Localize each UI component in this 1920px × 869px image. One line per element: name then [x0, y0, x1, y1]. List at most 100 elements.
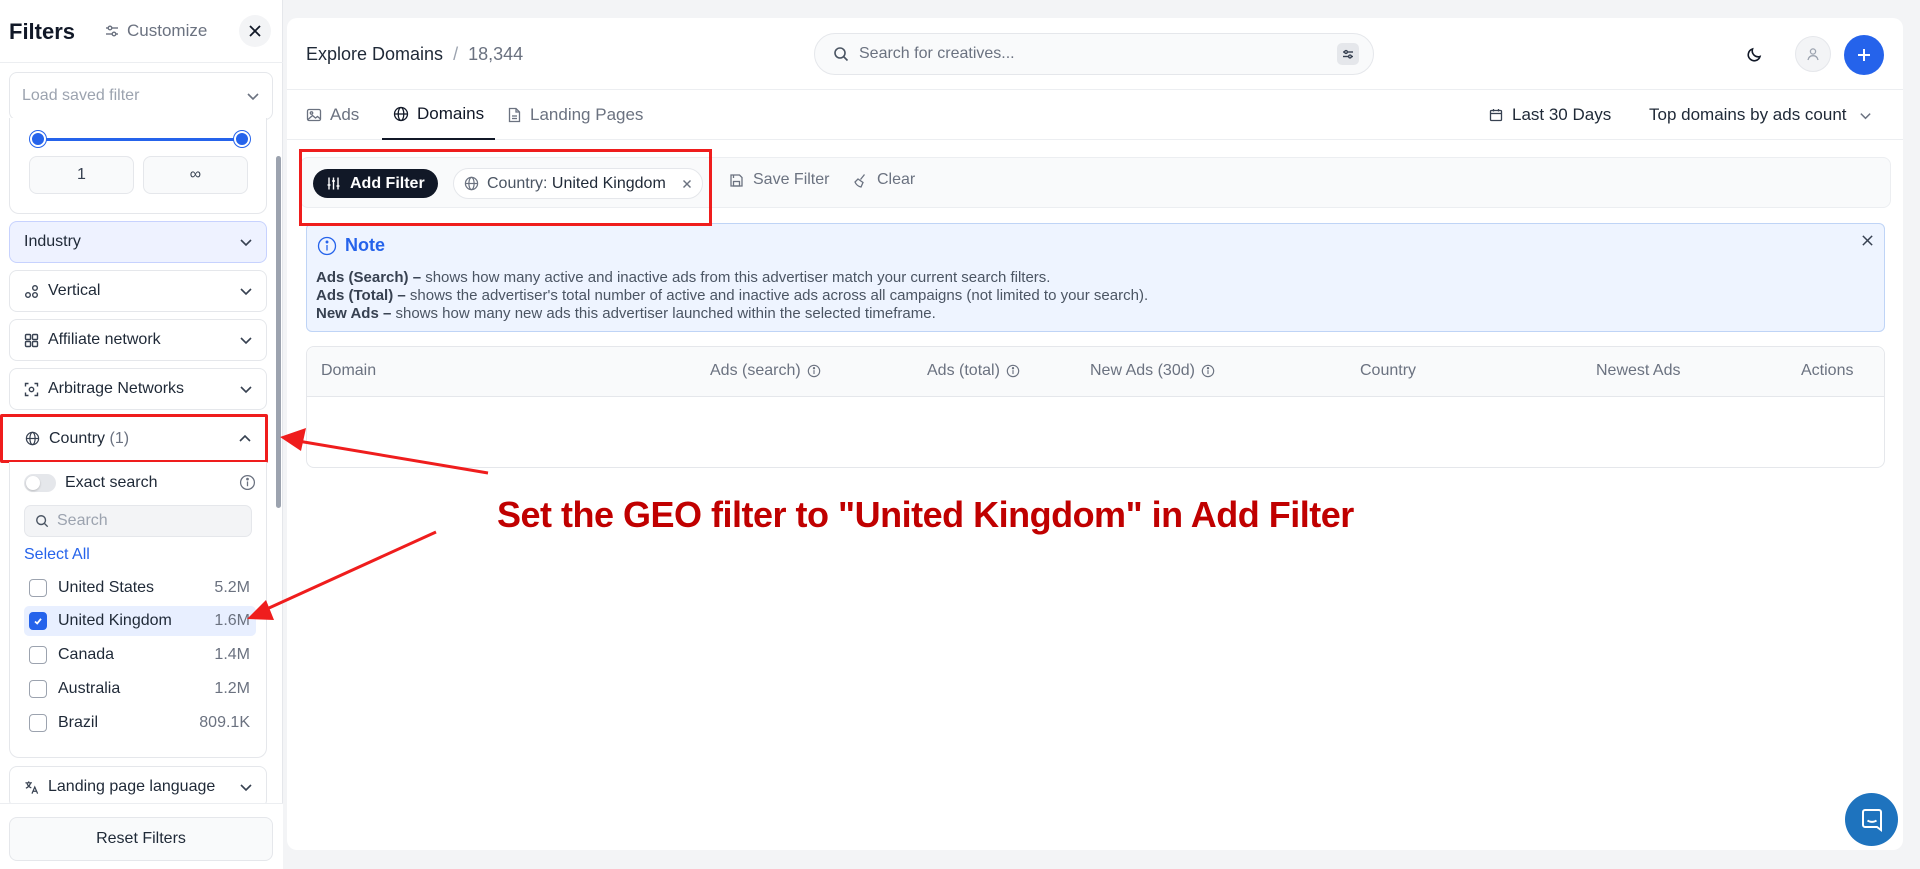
arbitrage-networks-label: Arbitrage Networks: [48, 380, 185, 397]
tab-domains[interactable]: Domains: [382, 90, 496, 140]
vertical-icon: [24, 284, 39, 299]
remove-chip-close-icon[interactable]: [682, 179, 692, 189]
column-header-domain[interactable]: Domain: [321, 362, 376, 380]
range-min-input[interactable]: 1: [29, 156, 134, 194]
chevron-down-icon: [239, 333, 253, 347]
column-header-new-ads[interactable]: New Ads (30d): [1090, 362, 1215, 380]
calendar-icon: [1489, 108, 1503, 122]
column-header-ads-search[interactable]: Ads (search): [710, 362, 821, 380]
chevron-down-icon: [246, 89, 260, 103]
checkbox-checked[interactable]: [29, 612, 47, 630]
country-section[interactable]: Country (1): [0, 414, 268, 463]
country-option-brazil[interactable]: Brazil 809.1K: [24, 708, 256, 738]
tab-ads[interactable]: Ads: [295, 90, 370, 140]
column-label: Domain: [321, 362, 377, 379]
column-label: New Ads (30d): [1090, 362, 1195, 379]
column-header-country[interactable]: Country: [1360, 362, 1416, 380]
load-saved-filter-select[interactable]: Load saved filter: [9, 72, 273, 120]
sidebar-scrollbar[interactable]: [276, 156, 281, 508]
chip-label: Country:: [487, 174, 548, 192]
industry-section[interactable]: Industry: [9, 221, 267, 263]
chevron-down-icon: [239, 284, 253, 298]
note-line-new-ads: New Ads – shows how many new ads this ad…: [316, 305, 936, 322]
breadcrumb: Explore Domains / 18,344: [306, 44, 523, 65]
image-icon: [306, 107, 322, 123]
arbitrage-networks-section[interactable]: Arbitrage Networks: [9, 368, 267, 410]
globe-icon: [464, 176, 479, 191]
vertical-label: Vertical: [48, 282, 101, 299]
country-search-field[interactable]: [24, 505, 252, 537]
create-button[interactable]: [1844, 35, 1884, 75]
country-panel: Exact search Select All United States 5.…: [9, 462, 267, 758]
document-icon: [507, 107, 522, 123]
sort-select[interactable]: Top domains by ads count: [1649, 105, 1872, 125]
add-filter-label: Add Filter: [350, 174, 425, 192]
user-avatar[interactable]: [1795, 36, 1831, 72]
exact-search-label: Exact search: [65, 474, 158, 491]
country-name: Brazil: [58, 714, 99, 731]
globe-icon: [393, 106, 409, 122]
sort-label: Top domains by ads count: [1649, 105, 1847, 124]
saved-filter-placeholder: Load saved filter: [22, 87, 140, 104]
creative-search-input[interactable]: [859, 45, 1327, 63]
support-chat-button[interactable]: [1845, 793, 1898, 846]
country-option-united-kingdom[interactable]: United Kingdom 1.6M: [24, 606, 256, 636]
plus-icon: [1856, 47, 1872, 63]
note-line-ads-total: Ads (Total) – shows the advertiser's tot…: [316, 287, 1148, 304]
country-filter-chip[interactable]: Country: United Kingdom: [453, 168, 703, 199]
save-filter-button[interactable]: Save Filter: [729, 171, 829, 189]
column-label: Country: [1360, 362, 1417, 379]
range-slider-min-thumb[interactable]: [30, 131, 46, 147]
range-slider-max-thumb[interactable]: [234, 131, 250, 147]
creative-search-bar[interactable]: [814, 33, 1374, 75]
tab-landing-pages[interactable]: Landing Pages: [496, 90, 654, 140]
vertical-section[interactable]: Vertical: [9, 270, 267, 312]
landing-page-language-label: Landing page language: [48, 778, 216, 795]
country-option-canada[interactable]: Canada 1.4M: [24, 640, 256, 670]
checkbox[interactable]: [29, 646, 47, 664]
note-text: shows how many active and inactive ads f…: [421, 269, 1051, 286]
date-range-picker[interactable]: Last 30 Days: [1489, 105, 1611, 125]
select-all-link[interactable]: Select All: [24, 546, 90, 564]
close-note-icon[interactable]: [1861, 234, 1874, 247]
note-title: Note: [345, 235, 385, 255]
scan-icon: [24, 382, 39, 397]
column-label: Ads (search): [710, 362, 801, 379]
checkbox[interactable]: [29, 714, 47, 732]
clear-filters-button[interactable]: Clear: [853, 171, 915, 189]
theme-toggle-moon-icon[interactable]: [1746, 45, 1764, 63]
top-bar: Explore Domains / 18,344: [287, 18, 1903, 90]
customize-label: Customize: [127, 21, 208, 40]
note-line-ads-search: Ads (Search) – shows how many active and…: [316, 269, 1050, 286]
sliders-icon: [326, 176, 341, 191]
close-sidebar-button[interactable]: [239, 15, 271, 47]
country-option-australia[interactable]: Australia 1.2M: [24, 674, 256, 704]
checkbox[interactable]: [29, 680, 47, 698]
exact-search-toggle[interactable]: [24, 474, 56, 492]
filters-sidebar: Filters Customize Load saved filter 1 ∞ …: [0, 0, 283, 869]
country-count: 5.2M: [214, 579, 250, 596]
chevron-down-icon: [239, 235, 253, 249]
country-search-input[interactable]: [57, 512, 237, 530]
column-header-newest-ads[interactable]: Newest Ads: [1596, 362, 1680, 380]
reset-filters-button[interactable]: Reset Filters: [9, 817, 273, 861]
clear-label: Clear: [877, 171, 916, 188]
tab-label: Ads: [330, 105, 360, 124]
range-slider-track[interactable]: [37, 138, 241, 141]
tab-label: Landing Pages: [530, 105, 644, 124]
add-filter-button[interactable]: Add Filter: [313, 169, 438, 198]
page-title: Explore Domains: [306, 44, 444, 64]
domains-table: Domain Ads (search) Ads (total) New Ads …: [306, 346, 1885, 468]
translate-icon: [24, 780, 39, 795]
column-header-ads-total[interactable]: Ads (total): [927, 362, 1020, 380]
range-max-input[interactable]: ∞: [143, 156, 248, 194]
affiliate-network-section[interactable]: Affiliate network: [9, 319, 267, 361]
country-option-united-states[interactable]: United States 5.2M: [24, 573, 256, 603]
country-count: 1.2M: [214, 680, 250, 697]
checkbox[interactable]: [29, 579, 47, 597]
advanced-search-button[interactable]: [1337, 43, 1359, 65]
customize-button[interactable]: Customize: [104, 21, 207, 41]
info-icon: [807, 364, 821, 378]
landing-page-language-section[interactable]: Landing page language: [9, 766, 267, 808]
info-icon[interactable]: [239, 474, 256, 491]
